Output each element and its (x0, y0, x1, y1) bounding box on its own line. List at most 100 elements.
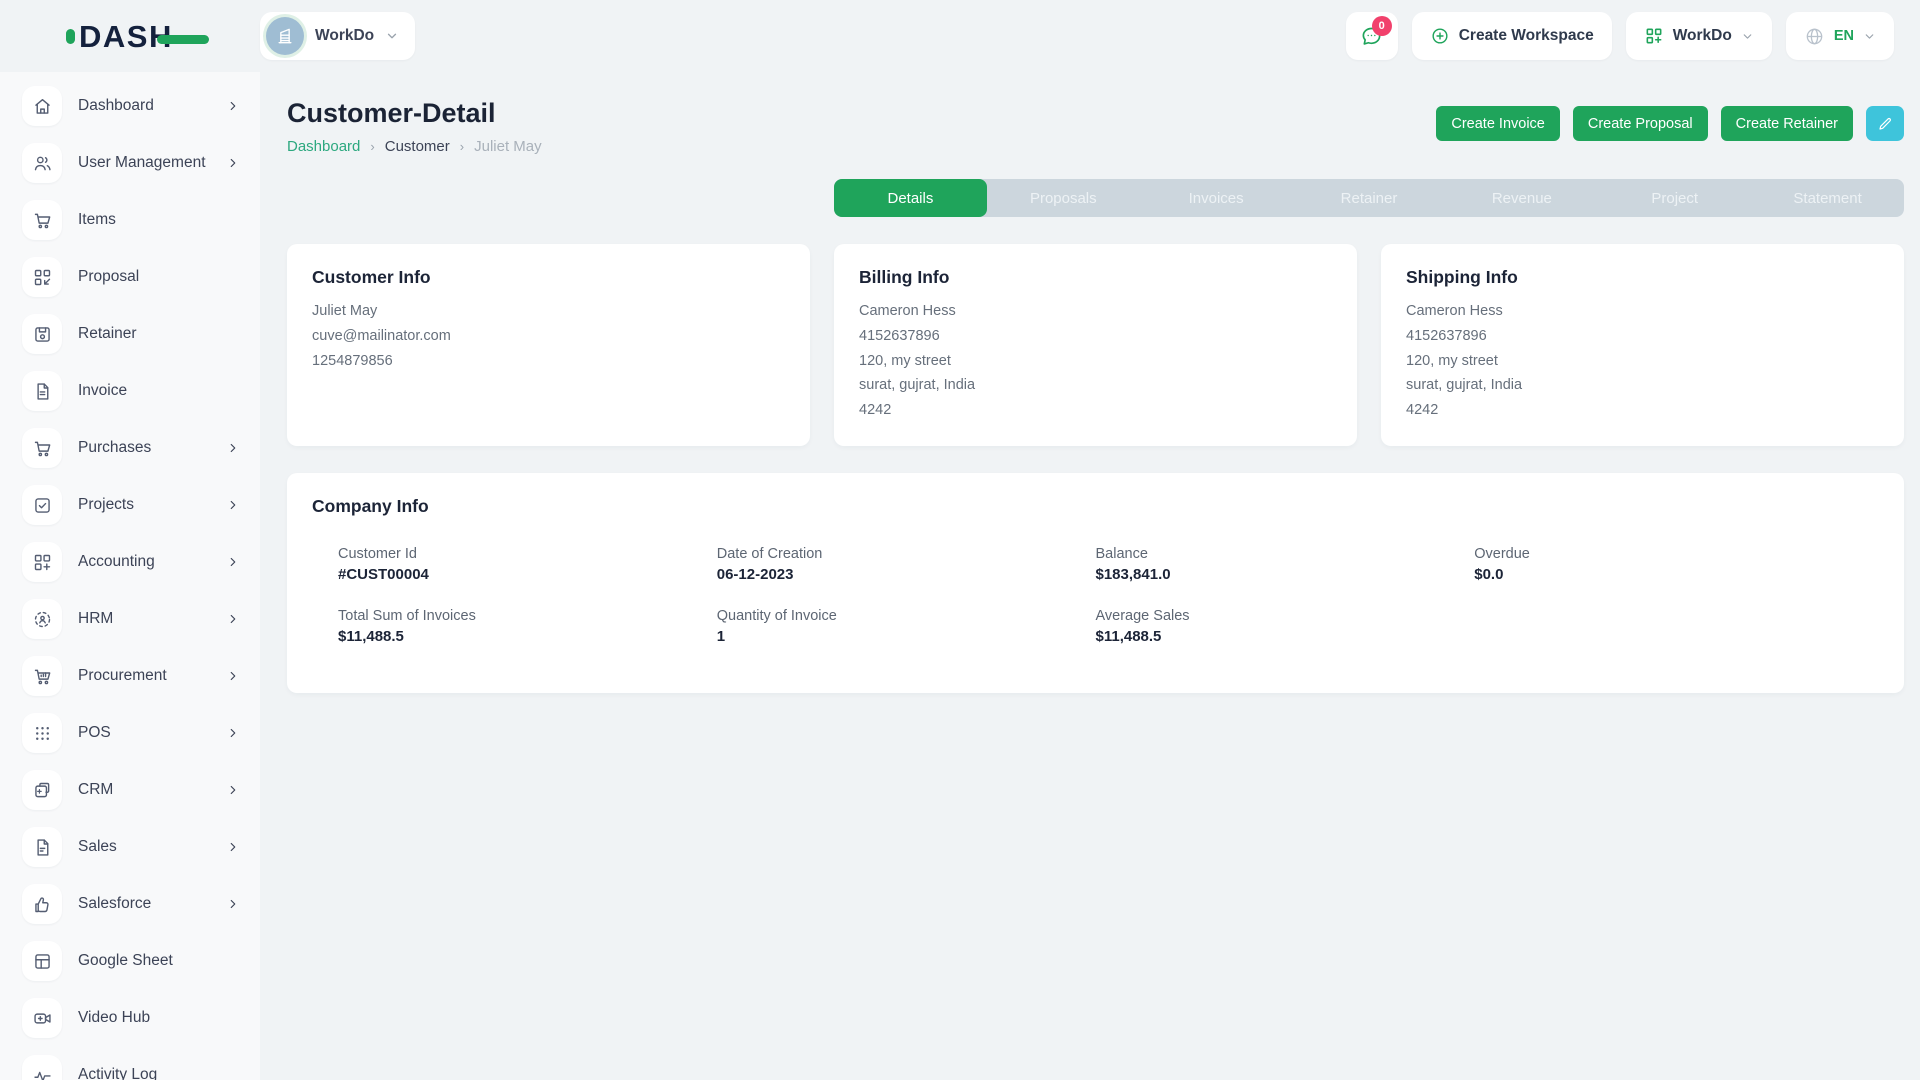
logo-dot-icon (66, 29, 75, 44)
create-invoice-button[interactable]: Create Invoice (1436, 106, 1560, 141)
person-dashed-icon (22, 599, 62, 639)
field-balance: Balance $183,841.0 (1096, 546, 1475, 583)
sidebar: Dashboard User Management Items Proposal… (0, 72, 260, 1080)
create-workspace-label: Create Workspace (1459, 27, 1594, 45)
cart-icon (22, 428, 62, 468)
chevron-right-icon (226, 498, 240, 512)
card-title: Customer Info (312, 267, 785, 288)
customer-info-card: Customer Info Juliet May cuve@mailinator… (287, 244, 810, 446)
cart-chart-icon (22, 656, 62, 696)
create-retainer-button[interactable]: Create Retainer (1721, 106, 1853, 141)
thumbs-up-icon (22, 884, 62, 924)
create-proposal-button[interactable]: Create Proposal (1573, 106, 1708, 141)
workspace-selector[interactable]: WorkDo (260, 12, 415, 60)
tab-retainer[interactable]: Retainer (1293, 179, 1446, 217)
sidebar-item-dashboard[interactable]: Dashboard (22, 86, 240, 126)
tab-revenue[interactable]: Revenue (1445, 179, 1598, 217)
chevron-right-icon (226, 99, 240, 113)
messages-button[interactable]: 0 (1346, 12, 1398, 60)
sidebar-item-proposal[interactable]: Proposal (22, 257, 240, 297)
sidebar-item-purchases[interactable]: Purchases (22, 428, 240, 468)
topbar: DASH WorkDo 0 Create Workspace (0, 0, 1920, 72)
breadcrumb-separator: › (460, 139, 464, 154)
building-icon (266, 17, 304, 55)
sidebar-item-retainer[interactable]: Retainer (22, 314, 240, 354)
page-title: Customer-Detail (287, 98, 542, 129)
sidebar-item-salesforce[interactable]: Salesforce (22, 884, 240, 924)
sidebar-item-user-management[interactable]: User Management (22, 143, 240, 183)
billing-zip: 4242 (859, 400, 1332, 422)
sidebar-item-hrm[interactable]: HRM (22, 599, 240, 639)
tab-details[interactable]: Details (834, 179, 987, 217)
check-square-icon (22, 485, 62, 525)
billing-phone: 4152637896 (859, 326, 1332, 348)
pencil-icon (1877, 116, 1893, 132)
company-info-card: Company Info Customer Id #CUST00004 Date… (287, 473, 1904, 693)
sidebar-item-pos[interactable]: POS (22, 713, 240, 753)
billing-info-card: Billing Info Cameron Hess 4152637896 120… (834, 244, 1357, 446)
shipping-name: Cameron Hess (1406, 301, 1879, 323)
messages-badge: 0 (1372, 16, 1392, 36)
sidebar-item-crm[interactable]: CRM (22, 770, 240, 810)
workdo-menu-button[interactable]: WorkDo (1626, 12, 1772, 60)
floppy-icon (22, 314, 62, 354)
breadcrumb-separator: › (370, 139, 374, 154)
breadcrumb: Dashboard › Customer › Juliet May (287, 138, 542, 155)
billing-street: 120, my street (859, 351, 1332, 373)
chevron-down-icon (385, 29, 399, 43)
sidebar-item-google-sheet[interactable]: Google Sheet (22, 941, 240, 981)
breadcrumb-customer-link[interactable]: Customer (385, 138, 450, 155)
cart-icon (22, 200, 62, 240)
chevron-right-icon (226, 441, 240, 455)
chevron-right-icon (226, 783, 240, 797)
sidebar-item-procurement[interactable]: Procurement (22, 656, 240, 696)
sidebar-item-sales[interactable]: Sales (22, 827, 240, 867)
sidebar-item-video-hub[interactable]: Video Hub (22, 998, 240, 1038)
breadcrumb-dashboard-link[interactable]: Dashboard (287, 138, 360, 155)
logo-bar-icon (157, 35, 209, 44)
pulse-icon (22, 1055, 62, 1080)
billing-city: surat, gujrat, India (859, 375, 1332, 397)
card-title: Shipping Info (1406, 267, 1879, 288)
chevron-right-icon (226, 156, 240, 170)
sidebar-item-activity-log[interactable]: Activity Log (22, 1055, 240, 1080)
detail-tabs: Details Proposals Invoices Retainer Reve… (834, 179, 1904, 217)
sidebar-item-items[interactable]: Items (22, 200, 240, 240)
field-empty (1474, 608, 1853, 645)
tab-project[interactable]: Project (1598, 179, 1751, 217)
card-title: Billing Info (859, 267, 1332, 288)
tab-statement[interactable]: Statement (1751, 179, 1904, 217)
shipping-street: 120, my street (1406, 351, 1879, 373)
chevron-right-icon (226, 726, 240, 740)
field-customer-id: Customer Id #CUST00004 (338, 546, 717, 583)
users-icon (22, 143, 62, 183)
tab-invoices[interactable]: Invoices (1140, 179, 1293, 217)
tab-proposals[interactable]: Proposals (987, 179, 1140, 217)
sidebar-item-projects[interactable]: Projects (22, 485, 240, 525)
billing-name: Cameron Hess (859, 301, 1332, 323)
shipping-info-card: Shipping Info Cameron Hess 4152637896 12… (1381, 244, 1904, 446)
sidebar-item-invoice[interactable]: Invoice (22, 371, 240, 411)
edit-customer-button[interactable] (1866, 106, 1904, 141)
grid-plus-icon (1644, 26, 1664, 46)
language-code: EN (1834, 28, 1854, 44)
card-title: Company Info (312, 496, 1879, 517)
shipping-phone: 4152637896 (1406, 326, 1879, 348)
home-icon (22, 86, 62, 126)
field-date-of-creation: Date of Creation 06-12-2023 (717, 546, 1096, 583)
language-selector[interactable]: EN (1786, 12, 1894, 60)
create-workspace-button[interactable]: Create Workspace (1412, 12, 1612, 60)
sidebar-item-accounting[interactable]: Accounting (22, 542, 240, 582)
app-logo[interactable]: DASH (0, 21, 260, 52)
grid-arrow-icon (22, 257, 62, 297)
field-total-sum-of-invoices: Total Sum of Invoices $11,488.5 (338, 608, 717, 645)
workspace-name: WorkDo (315, 27, 374, 45)
squares-icon (22, 770, 62, 810)
chevron-right-icon (226, 555, 240, 569)
dots-grid-icon (22, 713, 62, 753)
main-content: Customer-Detail Dashboard › Customer › J… (260, 72, 1920, 1080)
globe-icon (1804, 26, 1825, 47)
plus-circle-icon (1430, 26, 1450, 46)
chevron-right-icon (226, 840, 240, 854)
table-icon (22, 941, 62, 981)
